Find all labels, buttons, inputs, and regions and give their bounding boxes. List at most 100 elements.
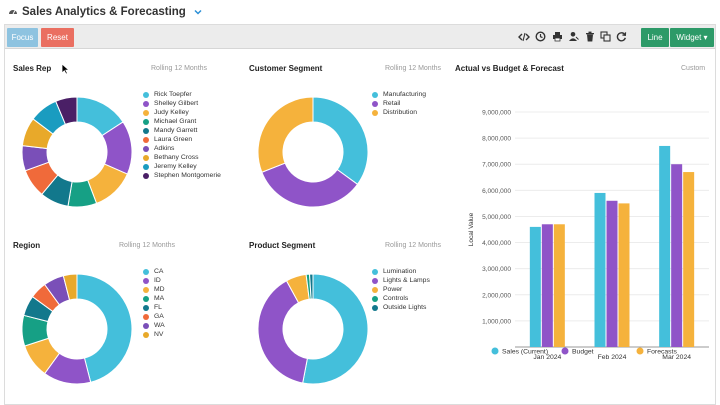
legend-item-bethany-cross[interactable]: Bethany Cross xyxy=(143,153,221,162)
region-title: Region xyxy=(13,241,41,250)
legend-swatch xyxy=(143,304,149,311)
legend-label: Michael Grant xyxy=(154,118,197,125)
y-axis-label: Local Value xyxy=(468,212,475,246)
legend-item-id[interactable]: ID xyxy=(143,276,165,285)
print-icon[interactable] xyxy=(551,30,564,43)
bar-budget-feb-2024[interactable] xyxy=(606,200,618,347)
legend-label: Mandy Garrett xyxy=(154,127,198,134)
legend-item-md[interactable]: MD xyxy=(143,285,165,294)
legend-swatch xyxy=(372,91,378,98)
legend-item-ca[interactable]: CA xyxy=(143,267,165,276)
code-icon[interactable] xyxy=(517,30,530,43)
legend-item-jeremy-kelley[interactable]: Jeremy Kelley xyxy=(143,162,221,171)
focus-button[interactable]: Focus xyxy=(7,28,38,47)
legend-swatch xyxy=(143,313,149,320)
legend-item-fl[interactable]: FL xyxy=(143,303,165,312)
legend-item-judy-kelley[interactable]: Judy Kelley xyxy=(143,108,221,117)
bar-forecasts-feb-2024[interactable] xyxy=(618,203,630,347)
region-donut-chart[interactable] xyxy=(17,269,137,389)
slice-manufacturing[interactable] xyxy=(312,96,369,186)
legend-label: Lights & Lamps xyxy=(383,277,430,284)
legend-item-mandy-garrett[interactable]: Mandy Garrett xyxy=(143,126,221,135)
y-tick-label: 7,000,000 xyxy=(482,162,511,169)
bar-forecasts-jan-2024[interactable] xyxy=(553,224,565,347)
line-button[interactable]: Line xyxy=(641,28,669,47)
legend-label: Distribution xyxy=(383,109,417,116)
legend-label: Controls xyxy=(383,295,409,302)
bar-sales-current-feb-2024[interactable] xyxy=(594,192,606,347)
refresh-icon[interactable] xyxy=(615,30,628,43)
sales-rep-title: Sales Rep xyxy=(13,64,52,73)
bar-budget-jan-2024[interactable] xyxy=(541,224,553,347)
legend-item-laura-green[interactable]: Laura Green xyxy=(143,135,221,144)
legend-item-manufacturing[interactable]: Manufacturing xyxy=(372,90,426,99)
legend-item-distribution[interactable]: Distribution xyxy=(372,108,426,117)
legend-item-budget[interactable]: Budget xyxy=(572,349,594,356)
legend-label: WA xyxy=(154,322,165,329)
legend-item-outside-lights[interactable]: Outside Lights xyxy=(372,303,430,312)
y-tick-label: 6,000,000 xyxy=(482,188,511,195)
widget-dropdown[interactable]: Widget ▾ xyxy=(670,28,714,47)
legend-label: Jeremy Kelley xyxy=(154,163,197,170)
legend-swatch xyxy=(143,163,149,170)
customer-segment-donut-chart[interactable] xyxy=(253,92,373,212)
legend-label: Retail xyxy=(383,100,401,107)
slice-distribution[interactable] xyxy=(257,96,314,173)
actual-vs-budget-bar-chart[interactable]: 1,000,000 2,000,000 3,000,000 4,000,000 5,00… xyxy=(455,77,711,367)
legend-label: Outside Lights xyxy=(383,304,427,311)
y-tick-label: 1,000,000 xyxy=(482,318,511,325)
legend-item-sales-current[interactable]: Sales (Current) xyxy=(502,349,548,356)
history-icon[interactable] xyxy=(534,30,547,43)
legend-item-ma[interactable]: MA xyxy=(143,294,165,303)
chevron-down-icon[interactable] xyxy=(193,7,203,17)
trash-icon[interactable] xyxy=(583,30,596,43)
legend-item-adkins[interactable]: Adkins xyxy=(143,144,221,153)
legend-label: Lumination xyxy=(383,268,417,275)
legend-swatch xyxy=(372,268,378,275)
legend-label: Shelley Gilbert xyxy=(154,100,199,107)
legend-item-lights-lamps[interactable]: Lights & Lamps xyxy=(372,276,430,285)
legend-swatch xyxy=(372,100,378,107)
legend-swatch xyxy=(143,322,149,329)
bar-sales-current-mar-2024[interactable] xyxy=(659,145,671,347)
product-segment-title: Product Segment xyxy=(249,241,316,250)
bar-sales-current-jan-2024[interactable] xyxy=(529,226,541,347)
y-tick-label: 3,000,000 xyxy=(482,266,511,273)
legend-item-controls[interactable]: Controls xyxy=(372,294,430,303)
legend-swatch-sales-current xyxy=(491,347,499,355)
legend-swatch xyxy=(143,109,149,116)
legend-label: CA xyxy=(154,268,164,275)
app-header: Sales Analytics & Forecasting xyxy=(0,0,720,24)
legend-item-ga[interactable]: GA xyxy=(143,312,165,321)
sales-rep-donut-chart[interactable] xyxy=(17,92,137,212)
legend-swatch xyxy=(143,154,149,161)
app-title: Sales Analytics & Forecasting xyxy=(22,6,186,18)
legend-item-rick-toepfer[interactable]: Rick Toepfer xyxy=(143,90,221,99)
legend-label: NV xyxy=(154,331,164,338)
legend-item-wa[interactable]: WA xyxy=(143,321,165,330)
legend-item-nv[interactable]: NV xyxy=(143,330,165,339)
bar-budget-mar-2024[interactable] xyxy=(671,164,683,347)
legend-item-lumination[interactable]: Lumination xyxy=(372,267,430,276)
legend-item-stephen-montgomerie[interactable]: Stephen Montgomerie xyxy=(143,171,221,180)
legend-item-power[interactable]: Power xyxy=(372,285,430,294)
legend-swatch xyxy=(143,127,149,134)
legend-swatch xyxy=(143,118,149,125)
customer-segment-period: Rolling 12 Months xyxy=(385,65,442,72)
bar-forecasts-mar-2024[interactable] xyxy=(683,172,695,347)
legend-label: MA xyxy=(154,295,165,302)
legend-item-forecasts[interactable]: Forecasts xyxy=(647,349,677,356)
legend-label: FL xyxy=(154,304,162,311)
legend-swatch-budget xyxy=(561,347,569,355)
legend-swatch xyxy=(143,145,149,152)
legend-item-retail[interactable]: Retail xyxy=(372,99,426,108)
legend-item-shelley-gilbert[interactable]: Shelley Gilbert xyxy=(143,99,221,108)
y-tick-label: 9,000,000 xyxy=(482,110,511,117)
legend-swatch xyxy=(143,277,149,284)
legend-item-michael-grant[interactable]: Michael Grant xyxy=(143,117,221,126)
product-segment-donut-chart[interactable] xyxy=(253,269,373,389)
legend-label: Rick Toepfer xyxy=(154,91,192,98)
reset-button[interactable]: Reset xyxy=(41,28,74,47)
user-icon[interactable] xyxy=(567,30,580,43)
copy-icon[interactable] xyxy=(599,30,612,43)
